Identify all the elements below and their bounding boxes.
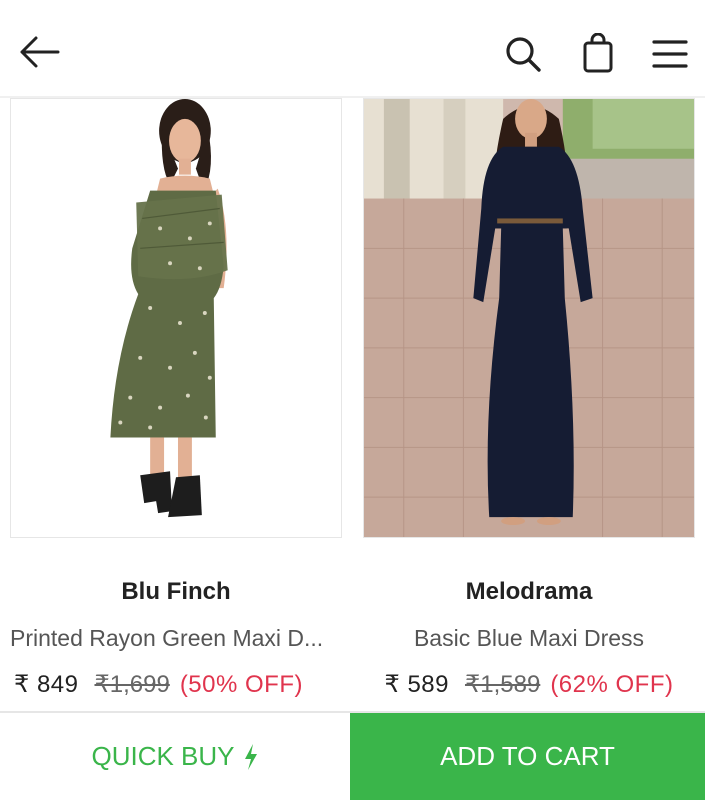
product-brand: Blu Finch	[121, 578, 231, 605]
bottom-action-bar: QUICK BUY ADD TO CART	[0, 711, 705, 800]
shopping-bag-icon[interactable]	[582, 33, 614, 73]
top-app-bar	[0, 0, 705, 98]
lightning-bolt-icon	[244, 743, 257, 770]
product-image[interactable]	[363, 98, 695, 538]
blue-maxi-dress-image	[364, 99, 694, 537]
product-brand: Melodrama	[465, 578, 593, 605]
product-card[interactable]: Blu Finch Printed Rayon Green Maxi D... …	[10, 98, 342, 710]
price-row: ₹ 589 ₹1,589 (62% OFF)	[363, 670, 695, 699]
product-image[interactable]	[10, 98, 342, 538]
hamburger-menu-icon[interactable]	[652, 38, 688, 70]
add-to-cart-label: ADD TO CART	[440, 741, 615, 771]
product-card[interactable]: Melodrama Basic Blue Maxi Dress ₹ 589 ₹1…	[363, 98, 695, 710]
product-title: Printed Rayon Green Maxi D...	[10, 625, 324, 651]
green-maxi-dress-image	[11, 99, 341, 537]
selling-price: ₹ 849	[14, 671, 79, 698]
original-price: ₹1,589	[464, 671, 541, 698]
add-to-cart-button[interactable]: ADD TO CART	[350, 713, 705, 800]
quick-buy-button[interactable]: QUICK BUY	[0, 713, 350, 800]
original-price: ₹1,699	[94, 671, 170, 698]
discount-badge: (50% OFF)	[179, 671, 303, 698]
selling-price: ₹ 589	[384, 671, 449, 698]
search-icon[interactable]	[504, 35, 542, 73]
product-title: Basic Blue Maxi Dress	[413, 625, 645, 651]
quick-buy-label: QUICK BUY	[91, 741, 235, 771]
back-arrow-icon[interactable]	[18, 32, 60, 72]
price-row: ₹ 849 ₹1,699 (50% OFF)	[14, 670, 346, 699]
discount-badge: (62% OFF)	[550, 671, 674, 698]
